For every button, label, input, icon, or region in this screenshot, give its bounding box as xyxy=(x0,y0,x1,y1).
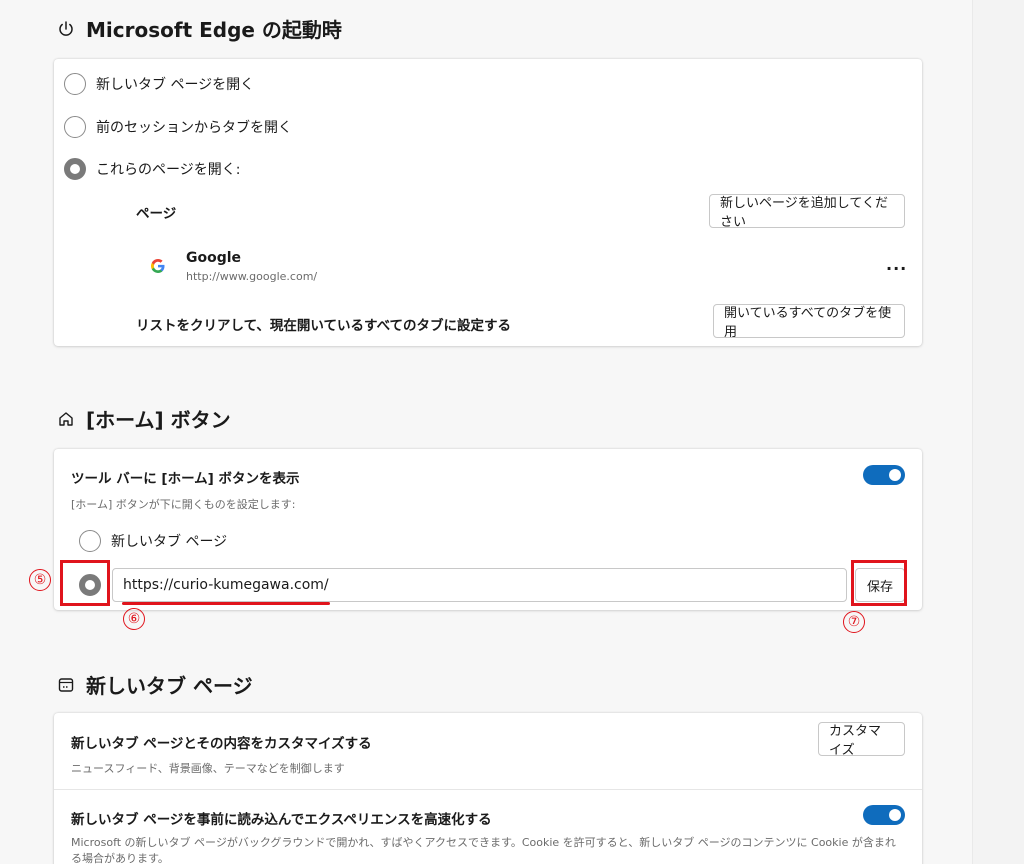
page-entry-name: Google xyxy=(186,250,242,266)
customize-button[interactable]: カスタマイズ xyxy=(818,722,905,758)
power-icon xyxy=(56,19,76,39)
startup-option-specific-pages[interactable]: これらのページを開く: xyxy=(64,158,240,180)
startup-title-text: Microsoft Edge の起動時 xyxy=(86,18,342,42)
home-icon xyxy=(56,409,76,429)
annotation-number-6: ⑥ xyxy=(123,608,145,630)
radio-label: 新しいタブ ページ xyxy=(111,534,228,550)
home-section-title: [ホーム] ボタン xyxy=(56,404,231,433)
show-home-button-toggle[interactable] xyxy=(863,465,905,485)
home-button-description: [ホーム] ボタンが下に開くものを設定します: xyxy=(71,498,296,511)
startup-card: 新しいタブ ページを開く 前のセッションからタブを開く これらのページを開く: … xyxy=(54,59,922,346)
annotation-box-save xyxy=(851,560,907,606)
show-home-button-label: ツール バーに [ホーム] ボタンを表示 xyxy=(71,471,300,487)
radio-button-selected[interactable] xyxy=(64,158,86,180)
startup-section-title: Microsoft Edge の起動時 xyxy=(56,14,342,43)
radio-label: これらのページを開く: xyxy=(96,162,241,178)
annotation-underline-url xyxy=(122,602,330,605)
home-option-new-tab[interactable]: 新しいタブ ページ xyxy=(79,530,227,552)
right-margin xyxy=(972,0,1024,864)
more-options-icon[interactable]: ... xyxy=(886,255,907,274)
new-tab-title-text: 新しいタブ ページ xyxy=(86,674,253,698)
radio-button[interactable] xyxy=(64,116,86,138)
new-tab-section-title: 新しいタブ ページ xyxy=(56,670,253,699)
startup-option-previous-session[interactable]: 前のセッションからタブを開く xyxy=(64,116,292,138)
new-tab-card: 新しいタブ ページとその内容をカスタマイズする カスタマイズ ニュースフィード、… xyxy=(54,713,922,864)
use-open-tabs-button[interactable]: 開いているすべてのタブを使用 xyxy=(713,304,905,340)
radio-button[interactable] xyxy=(79,530,101,552)
startup-option-new-tab[interactable]: 新しいタブ ページを開く xyxy=(64,73,254,95)
annotation-box-radio xyxy=(60,560,110,606)
new-tab-page-icon xyxy=(56,675,76,695)
clear-list-label: リストをクリアして、現在開いているすべてのタブに設定する xyxy=(136,318,512,334)
preload-toggle[interactable] xyxy=(863,805,905,825)
preload-description: Microsoft の新しいタブ ページがバックグラウンドで開かれ、すばやくアク… xyxy=(71,836,896,864)
settings-page: Microsoft Edge の起動時 新しいタブ ページを開く 前のセッション… xyxy=(0,0,1024,864)
annotation-number-7: ⑦ xyxy=(843,611,865,633)
home-url-input[interactable] xyxy=(112,568,847,602)
annotation-number-5: ⑤ xyxy=(29,569,51,591)
add-page-button[interactable]: 新しいページを追加してください xyxy=(709,194,905,230)
row-divider xyxy=(54,789,922,790)
customize-description: ニュースフィード、背景画像、テーマなどを制御します xyxy=(71,762,345,775)
home-title-text: [ホーム] ボタン xyxy=(86,408,231,432)
radio-label: 前のセッションからタブを開く xyxy=(96,120,292,136)
google-g-icon xyxy=(150,258,166,274)
customize-label: 新しいタブ ページとその内容をカスタマイズする xyxy=(71,736,372,752)
page-entry-url: http://www.google.com/ xyxy=(186,270,318,283)
radio-button[interactable] xyxy=(64,73,86,95)
preload-label: 新しいタブ ページを事前に読み込んでエクスペリエンスを高速化する xyxy=(71,812,492,828)
pages-header: ページ xyxy=(136,206,177,222)
radio-label: 新しいタブ ページを開く xyxy=(96,77,255,93)
